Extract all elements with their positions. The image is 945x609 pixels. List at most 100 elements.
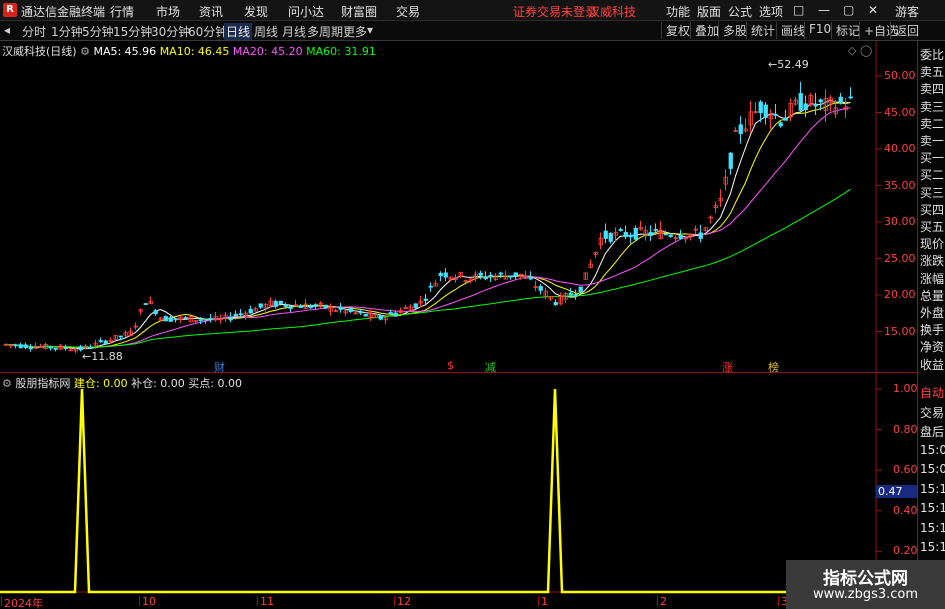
sub-y-tick-label: 0.60 [893, 463, 918, 477]
y-tick-label: 25.00 [884, 251, 916, 265]
close-window-icon[interactable]: ✕ [868, 3, 878, 17]
period-more[interactable]: 更多 [343, 23, 367, 40]
menu-item-layout[interactable]: 版面 [697, 3, 721, 20]
btn-statistics[interactable]: 统计 [746, 22, 775, 39]
ma60-value: MA60: 31.91 [306, 45, 376, 58]
watermark-line2: www.zbgs3.com [812, 587, 919, 602]
candle-body [98, 340, 103, 342]
menu-item-discover[interactable]: 发现 [244, 3, 268, 20]
period-5min[interactable]: 5分钟 [82, 23, 114, 40]
btn-mark[interactable]: 标记 [831, 22, 860, 39]
menu-item-market[interactable]: 市场 [156, 3, 180, 20]
x-axis-label: 2024年 [4, 597, 43, 609]
candle-body [358, 311, 363, 314]
settings-gear-icon[interactable]: ⚙ [80, 45, 90, 58]
quote-field-label: 外盘 [920, 306, 945, 320]
quote-field-label: 卖一 [920, 134, 945, 148]
candle-body [568, 292, 573, 296]
period-1min[interactable]: 1分钟 [51, 23, 83, 40]
candle-body [423, 298, 428, 301]
login-notice[interactable]: 证券交易未登录 [513, 3, 597, 20]
candle-body [443, 272, 448, 278]
candle-body [578, 286, 583, 293]
quote-field-label: 委比 [920, 48, 945, 62]
period-monthly[interactable]: 月线 [282, 23, 306, 40]
x-tick-mark [778, 596, 779, 606]
x-axis-label: 10 [142, 595, 156, 608]
period-multi[interactable]: 多周期 [307, 23, 343, 40]
trade-panel-label[interactable]: 自动 [920, 384, 944, 401]
candle-body [663, 233, 668, 236]
candle-body [488, 274, 493, 278]
candle-body [298, 305, 303, 308]
trade-panel-label: 交易 [920, 405, 945, 420]
btn-overlay[interactable]: 叠加 [690, 22, 719, 39]
candle-body [478, 272, 483, 276]
candle-body [623, 231, 628, 238]
menu-item-quotes[interactable]: 行情 [110, 3, 134, 20]
chevron-down-icon[interactable]: ▾ [367, 23, 373, 37]
quote-field-label: 卖四 [920, 82, 945, 97]
period-weekly[interactable]: 周线 [254, 23, 278, 40]
menu-item-formula[interactable]: 公式 [728, 3, 752, 20]
high-price-label: ←52.49 [768, 58, 809, 71]
menu-bar: R 通达信金融终端 行情 市场 资讯 发现 问小达 财富圈 交易 证券交易未登录… [0, 0, 945, 21]
chart-expand-icon[interactable]: ◇ ◯ [848, 44, 872, 57]
candle-body [698, 232, 703, 239]
menu-item-ask[interactable]: 问小达 [288, 3, 324, 20]
indicator-chart[interactable] [0, 373, 917, 609]
btn-multi-stock[interactable]: 多股 [718, 22, 747, 39]
candle-body [648, 232, 653, 236]
indicator-name[interactable]: 股朋指标网 [15, 377, 70, 390]
y-tick-label: 35.00 [884, 178, 916, 192]
x-tick-mark [657, 596, 658, 606]
period-60min[interactable]: 60分钟 [188, 23, 227, 40]
candle-body [483, 276, 488, 280]
trade-time-label: 15:12 [920, 501, 945, 515]
guest-account[interactable]: 游客 [895, 3, 919, 20]
candle-body [203, 318, 208, 321]
y-tick-label: 20.00 [884, 288, 916, 301]
menu-item-wealth[interactable]: 财富圈 [341, 3, 377, 20]
btn-draw-line[interactable]: 画线 [776, 22, 805, 39]
candle-body [783, 117, 788, 121]
candle-body [338, 306, 343, 310]
period-30min[interactable]: 30分钟 [151, 23, 190, 40]
quote-field-label: 涨幅 [920, 271, 945, 286]
candle-body [283, 304, 288, 307]
menu-item-trade[interactable]: 交易 [396, 3, 420, 20]
period-15min[interactable]: 15分钟 [113, 23, 152, 40]
toolbar-nav-icon[interactable]: ◂ [4, 23, 10, 37]
candle-body [603, 230, 608, 239]
candle-body [168, 317, 173, 322]
x-axis-label: 2 [660, 595, 667, 608]
candle-body [393, 312, 398, 316]
candle-body [553, 302, 558, 306]
kline-chart[interactable] [0, 41, 917, 372]
candle-body [323, 304, 328, 309]
indicator-settings-icon[interactable]: ⚙ [2, 377, 12, 390]
trade-time-label: 15:15 [920, 520, 945, 535]
restore-window-icon[interactable]: □ [793, 3, 804, 17]
quote-field-label: 买四 [920, 202, 945, 217]
sub-y-tick-label: 0.80 [893, 422, 918, 436]
maximize-window-icon[interactable]: ▢ [843, 3, 854, 17]
minimize-window-icon[interactable]: — [818, 3, 830, 17]
menu-item-news[interactable]: 资讯 [199, 3, 223, 20]
candle-body [153, 310, 158, 315]
candle-body [633, 227, 638, 240]
candle-body [308, 305, 313, 309]
btn-restore-rights[interactable]: 复权 [661, 22, 690, 39]
menu-item-options[interactable]: 选项 [759, 3, 783, 20]
quote-field-label: 买一 [920, 151, 945, 166]
indicator-legend: ⚙ 股朋指标网 建仓: 0.00 补仓: 0.00 买点: 0.00 [2, 375, 242, 391]
menu-item-functions[interactable]: 功能 [666, 3, 690, 20]
btn-back[interactable]: 返回 [890, 22, 919, 39]
btn-f10[interactable]: F10 [804, 22, 831, 39]
period-daily[interactable]: 日线 [224, 23, 253, 40]
candle-body [348, 308, 353, 312]
y-tick-label: 45.00 [884, 105, 916, 119]
marker-dollar[interactable]: $ [447, 359, 454, 372]
period-timeshare[interactable]: 分时 [22, 23, 46, 40]
candle-body [228, 316, 233, 321]
